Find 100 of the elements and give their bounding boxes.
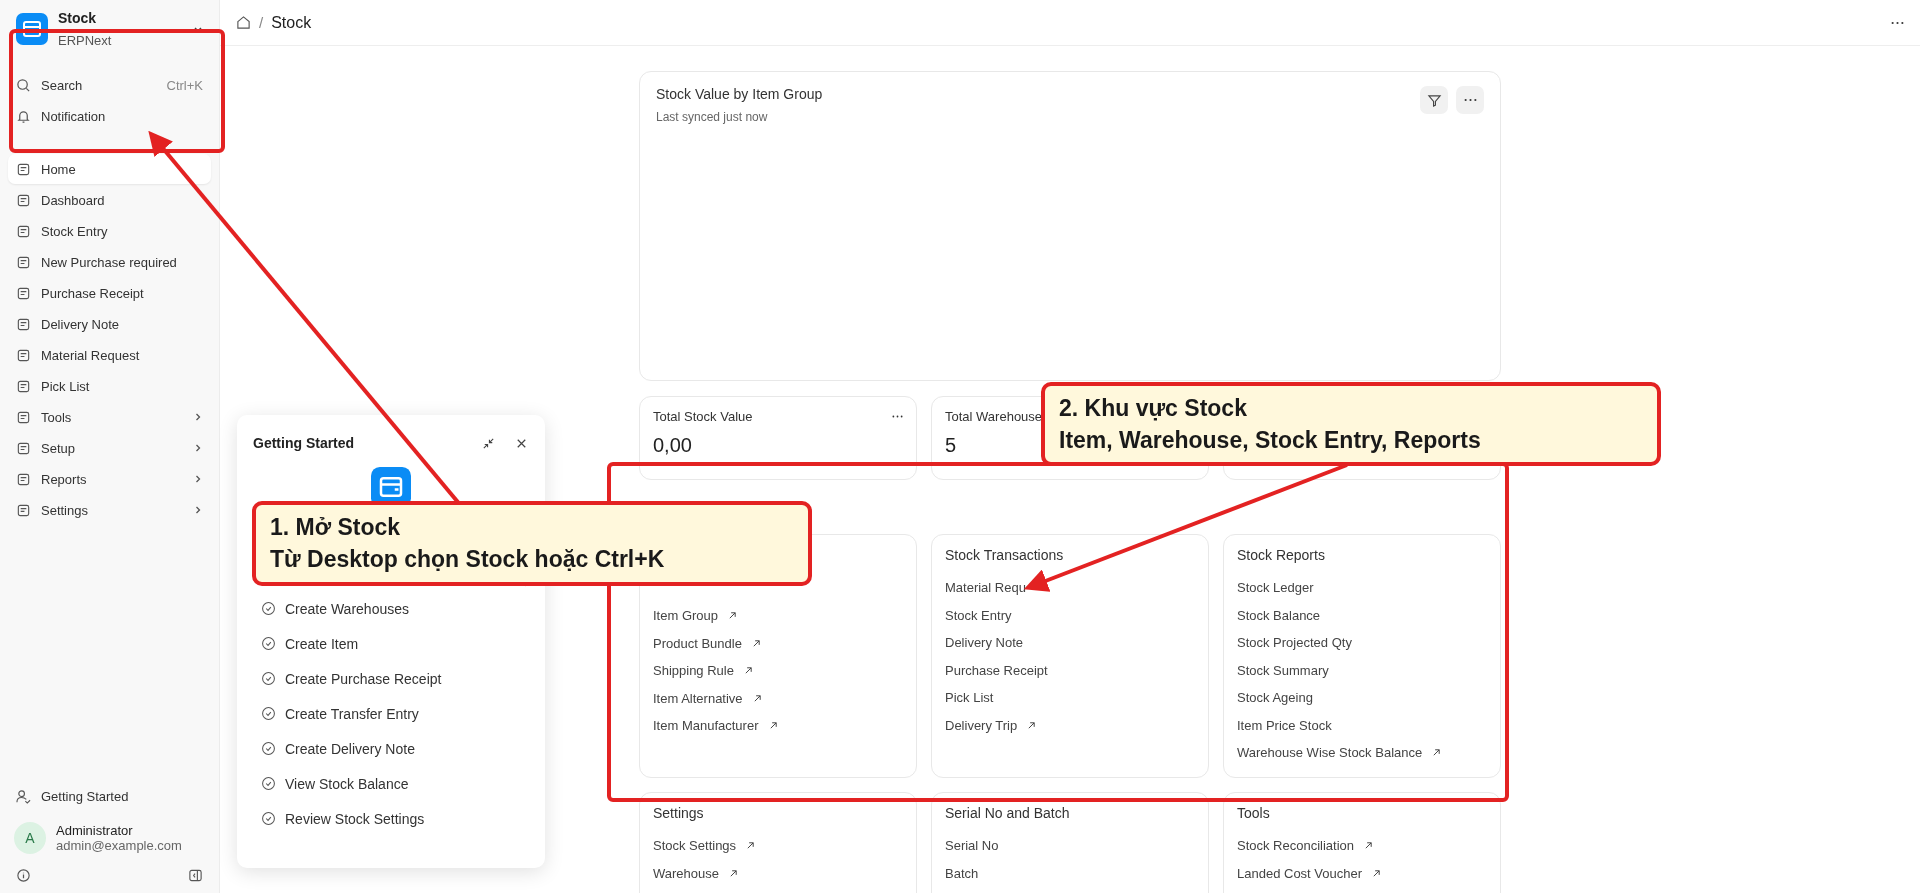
external-link-icon bbox=[768, 721, 778, 731]
sidebar-item[interactable]: Stock Entry bbox=[8, 216, 211, 246]
external-link-icon bbox=[1027, 720, 1037, 730]
menu-item-icon bbox=[16, 161, 31, 177]
onboarding-step[interactable]: Create Warehouses bbox=[253, 599, 529, 618]
card-link[interactable]: Stock Entry bbox=[945, 607, 1012, 623]
sidebar-item[interactable]: Delivery Note bbox=[8, 309, 211, 339]
sync-status: Last synced just now bbox=[656, 110, 769, 124]
sidebar-item[interactable]: Purchase Receipt bbox=[8, 278, 211, 308]
chevron-right-icon bbox=[193, 412, 203, 422]
sidebar-item[interactable]: Tools bbox=[8, 402, 211, 432]
home-icon[interactable] bbox=[236, 15, 251, 30]
sidebar-item[interactable]: Setup bbox=[8, 433, 211, 463]
sidebar-item[interactable]: Dashboard bbox=[8, 185, 211, 215]
collapse-sidebar-icon[interactable] bbox=[188, 868, 203, 883]
chevron-right-icon bbox=[193, 443, 203, 453]
card-link[interactable]: Item Alternative bbox=[653, 690, 743, 706]
card-link[interactable]: Landed Cost Voucher bbox=[1237, 865, 1363, 881]
card-link[interactable]: Stock Ageing bbox=[1237, 690, 1313, 706]
menu-item-icon bbox=[16, 316, 31, 332]
card-link[interactable]: Stock Balance bbox=[1237, 607, 1321, 623]
external-link-icon bbox=[1364, 841, 1374, 851]
card-link[interactable]: Stock Reconciliation bbox=[1237, 838, 1355, 854]
card-link[interactable]: Product Bundle bbox=[653, 635, 742, 651]
menu-item-icon bbox=[16, 223, 31, 239]
card-link[interactable]: Stock Summary bbox=[1237, 662, 1329, 678]
card-title: Serial No and Batch bbox=[945, 805, 1071, 821]
card-link[interactable]: Item Group bbox=[653, 608, 719, 624]
chevron-right-icon bbox=[193, 505, 203, 515]
card-link[interactable]: Delivery Trip bbox=[945, 717, 1018, 733]
external-link-icon bbox=[746, 841, 756, 851]
card-title: Settings bbox=[653, 805, 705, 821]
card-link[interactable]: Delivery Note bbox=[945, 635, 1024, 651]
user-avatar[interactable]: A bbox=[14, 822, 46, 854]
external-link-icon bbox=[752, 693, 762, 703]
circle-check-icon bbox=[261, 741, 276, 756]
onboarding-step[interactable]: Create Purchase Receipt bbox=[253, 669, 529, 688]
card-title: Stock Reports bbox=[1237, 547, 1326, 563]
info-icon[interactable] bbox=[16, 868, 31, 883]
stat-label: Total Warehouse bbox=[945, 409, 1043, 424]
card-link[interactable]: Shipping Rule bbox=[653, 663, 734, 679]
card-title: Stock Transactions bbox=[945, 547, 1065, 563]
external-link-icon bbox=[728, 611, 738, 621]
stat-value: 0,00 bbox=[653, 434, 692, 457]
card-link[interactable]: Item Price Stock bbox=[1237, 717, 1332, 733]
menu-item-icon bbox=[16, 440, 31, 456]
stat-label: Total Stock Value bbox=[653, 409, 753, 424]
sidebar-item[interactable]: Settings bbox=[8, 495, 211, 525]
card-title: Tools bbox=[1237, 805, 1271, 821]
more-options-icon[interactable] bbox=[892, 415, 903, 418]
app-subtitle: ERPNext bbox=[58, 33, 113, 48]
search-button[interactable]: Search Ctrl+K bbox=[8, 70, 211, 100]
menu-item-icon bbox=[16, 502, 31, 518]
chevron-right-icon bbox=[193, 474, 203, 484]
card-link[interactable]: Item Manufacturer bbox=[653, 718, 759, 734]
user-name: Administrator bbox=[56, 823, 134, 838]
card-link[interactable]: Warehouse Wise Stock Balance bbox=[1237, 745, 1423, 761]
sidebar-item[interactable]: Pick List bbox=[8, 371, 211, 401]
onboarding-step[interactable]: Create Transfer Entry bbox=[253, 704, 529, 723]
menu-item-icon bbox=[16, 409, 31, 425]
card-link[interactable]: Stock Projected Qty bbox=[1237, 635, 1352, 651]
card-link[interactable]: Purchase Receipt bbox=[945, 662, 1048, 678]
app-name: Stock bbox=[58, 10, 98, 26]
getting-started-link[interactable]: Getting Started bbox=[8, 781, 211, 811]
panel-title: Getting Started bbox=[253, 435, 356, 451]
sidebar-item[interactable]: New Purchase required bbox=[8, 247, 211, 277]
breadcrumb-separator: / bbox=[259, 14, 264, 31]
onboarding-step[interactable]: Create Item bbox=[253, 634, 529, 653]
card-link[interactable]: Warehouse bbox=[653, 865, 719, 881]
more-options-icon bbox=[1463, 98, 1477, 102]
card-link[interactable]: Material Requ bbox=[945, 580, 1026, 596]
breadcrumb-item[interactable]: Stock bbox=[271, 13, 312, 32]
menu-item-icon bbox=[16, 285, 31, 301]
card-link[interactable]: Serial No bbox=[945, 838, 999, 854]
card-link[interactable]: Pick List bbox=[945, 690, 994, 706]
notification-button[interactable]: Notification bbox=[8, 101, 211, 131]
onboarding-step[interactable]: Review Stock Settings bbox=[253, 809, 529, 828]
card-link[interactable]: Stock Ledger bbox=[1237, 580, 1314, 596]
sidebar-item[interactable]: Home bbox=[8, 154, 211, 184]
circle-check-icon bbox=[261, 776, 276, 791]
sidebar-item[interactable]: Material Request bbox=[8, 340, 211, 370]
menu-item-icon bbox=[16, 471, 31, 487]
user-check-icon bbox=[16, 788, 31, 804]
bell-icon bbox=[16, 108, 31, 124]
menu-item-icon bbox=[16, 347, 31, 363]
onboarding-step[interactable]: View Stock Balance bbox=[253, 774, 529, 793]
menu-item-icon bbox=[16, 254, 31, 270]
sidebar-item[interactable]: Reports bbox=[8, 464, 211, 494]
card-link[interactable]: Batch bbox=[945, 865, 979, 881]
menu-item-icon bbox=[16, 378, 31, 394]
filter-icon bbox=[1426, 92, 1442, 108]
card-link[interactable]: Stock Settings bbox=[653, 838, 737, 854]
search-icon bbox=[16, 77, 31, 93]
more-options-icon[interactable] bbox=[1891, 20, 1904, 25]
circle-check-icon bbox=[261, 601, 276, 616]
external-link-icon bbox=[1372, 868, 1382, 878]
onboarding-step[interactable]: Create Delivery Note bbox=[253, 739, 529, 758]
filter-button[interactable] bbox=[1420, 86, 1448, 114]
circle-check-icon bbox=[261, 811, 276, 826]
external-link-icon bbox=[751, 638, 761, 648]
